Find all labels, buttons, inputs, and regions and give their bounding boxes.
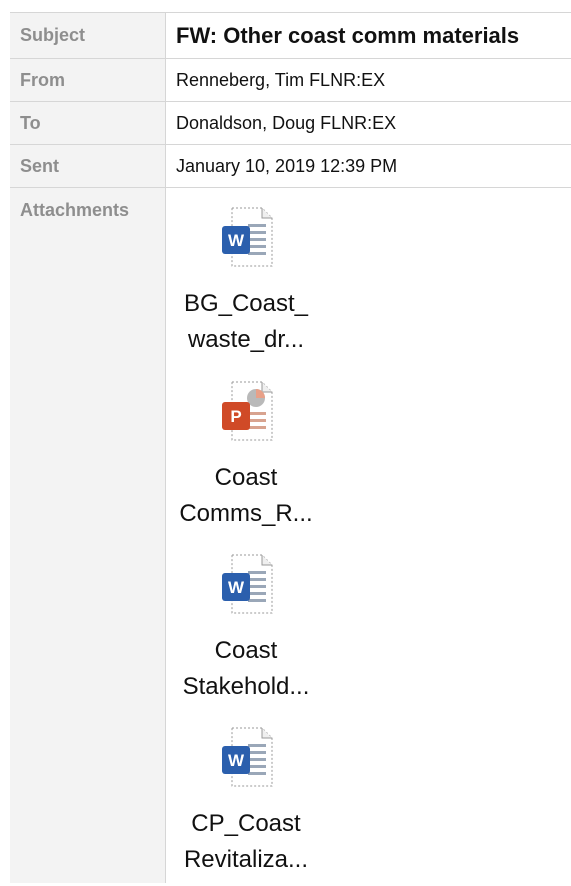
to-row: To Donaldson, Doug FLNR:EX [10, 101, 571, 144]
word-document-icon: W [218, 726, 274, 788]
powerpoint-document-icon: P [218, 380, 274, 442]
attachment-name-line1: BG_Coast_ [183, 290, 309, 317]
to-value[interactable]: Donaldson, Doug FLNR:EX [166, 102, 571, 144]
from-row: From Renneberg, Tim FLNR:EX [10, 58, 571, 101]
subject-row: Subject FW: Other coast comm materials [10, 12, 571, 58]
attachment-name-line2: Comms_R... [179, 500, 313, 527]
attachments-label: Attachments [10, 188, 166, 883]
svg-text:W: W [228, 578, 245, 597]
svg-text:W: W [228, 751, 245, 770]
email-header-table: Subject FW: Other coast comm materials F… [10, 12, 571, 883]
svg-text:W: W [228, 231, 245, 250]
attachment-name-line2: Stakehold... [182, 673, 310, 700]
svg-text:P: P [230, 407, 241, 426]
attachment-name-line1: Coast [214, 464, 278, 491]
word-document-icon: W [218, 553, 274, 615]
attachments-row: Attachments W BG_Coast_ waste_dr... P Co… [10, 187, 571, 883]
word-document-icon: W [218, 206, 274, 268]
from-value[interactable]: Renneberg, Tim FLNR:EX [166, 59, 571, 101]
attachment-name-line2: waste_dr... [187, 326, 305, 353]
sent-row: Sent January 10, 2019 12:39 PM [10, 144, 571, 187]
subject-label: Subject [10, 13, 166, 58]
subject-value: FW: Other coast comm materials [176, 22, 520, 48]
attachment-name-line1: Coast [214, 637, 278, 664]
attachment-name-line2: Revitaliza... [183, 846, 309, 873]
from-label: From [10, 59, 166, 101]
attachment-name-line1: CP_Coast [191, 810, 301, 837]
to-label: To [10, 102, 166, 144]
sent-label: Sent [10, 145, 166, 187]
sent-value: January 10, 2019 12:39 PM [176, 155, 398, 176]
